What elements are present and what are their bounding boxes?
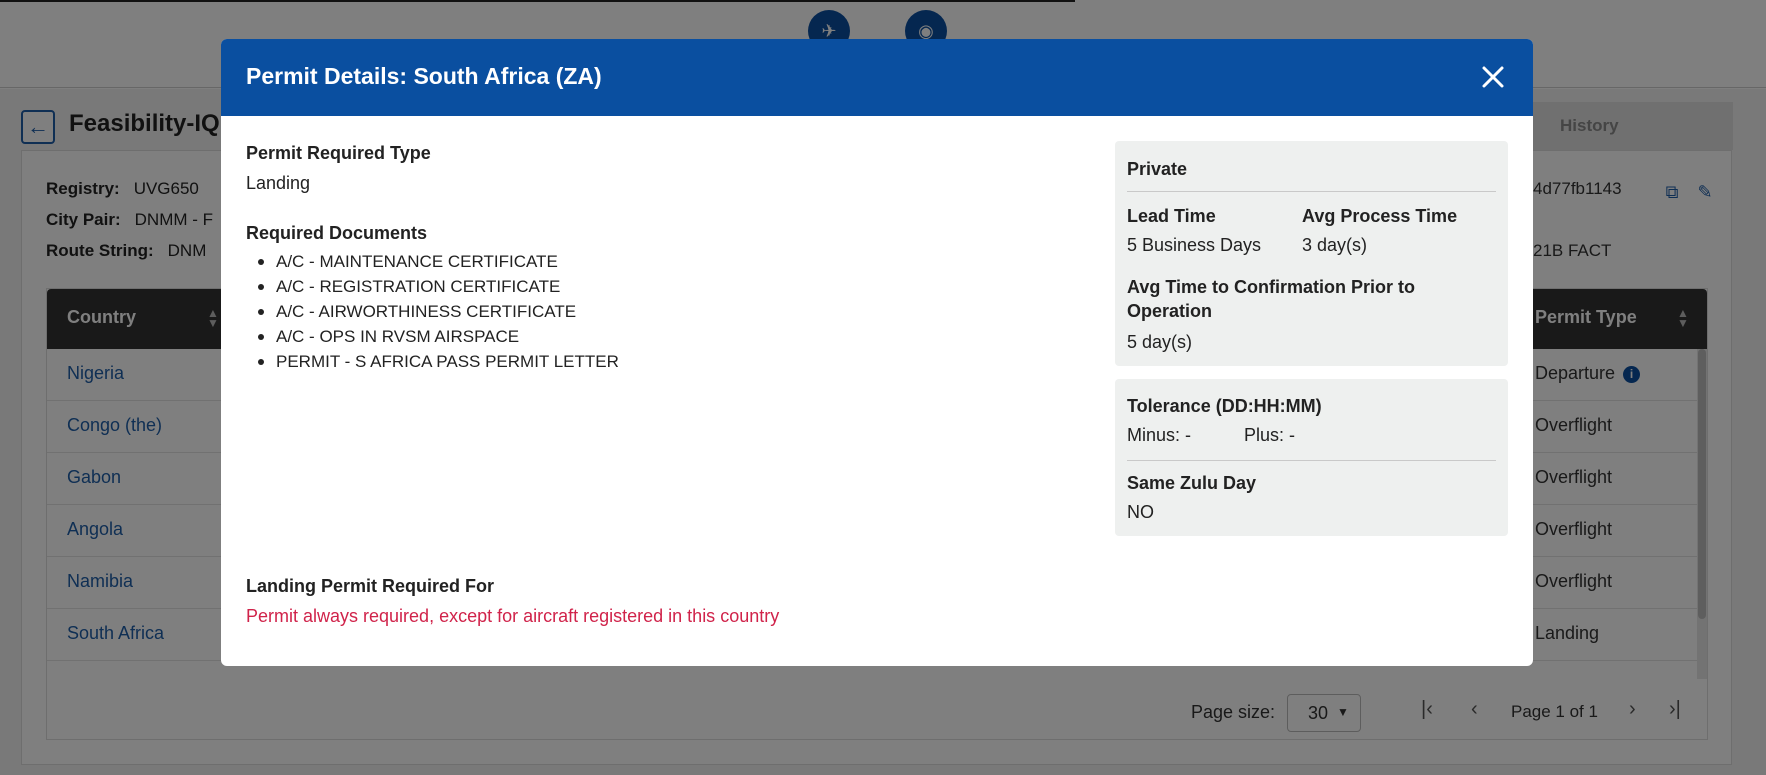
category-label: Private <box>1127 159 1188 179</box>
same-zulu-day-value: NO <box>1127 502 1154 522</box>
avg-confirmation-label: Avg Time to Confirmation Prior to Operat… <box>1127 277 1415 322</box>
permit-details-dialog: Permit Details: South Africa (ZA) Permit… <box>221 39 1533 666</box>
list-item: A/C - AIRWORTHINESS CERTIFICATE <box>246 299 619 324</box>
dialog-header: Permit Details: South Africa (ZA) <box>221 39 1533 116</box>
tolerance-label: Tolerance (DD:HH:MM) <box>1127 396 1322 416</box>
required-documents-list: A/C - MAINTENANCE CERTIFICATE A/C - REGI… <box>246 249 619 374</box>
permit-required-type-label: Permit Required Type <box>246 143 431 163</box>
list-item: A/C - OPS IN RVSM AIRSPACE <box>246 324 619 349</box>
landing-required-label: Landing Permit Required For <box>246 576 495 596</box>
avg-confirmation-label-line1: Avg Time to Confirmation Prior to <box>1127 277 1416 297</box>
avg-process-time-value: 3 day(s) <box>1302 235 1368 255</box>
tolerance-panel: Tolerance (DD:HH:MM) Minus: - Plus: - Sa… <box>1115 379 1508 536</box>
tolerance-minus: Minus: - <box>1127 425 1192 445</box>
landing-required-note: Permit always required, except for aircr… <box>246 606 780 626</box>
list-item: A/C - REGISTRATION CERTIFICATE <box>246 274 619 299</box>
list-item: PERMIT - S AFRICA PASS PERMIT LETTER <box>246 349 619 374</box>
avg-confirmation-label-line2: Operation <box>1127 301 1213 321</box>
lead-time-label: Lead Time <box>1127 206 1216 226</box>
panel-divider <box>1127 460 1496 461</box>
tolerance-plus: Plus: - <box>1244 425 1296 445</box>
panel-divider <box>1127 191 1496 192</box>
lead-time-value: 5 Business Days <box>1127 235 1262 255</box>
same-zulu-day-label: Same Zulu Day <box>1127 473 1257 493</box>
dialog-title: Permit Details: South Africa (ZA) <box>246 63 602 89</box>
private-panel: Private Lead Time 5 Business Days Avg Pr… <box>1115 141 1508 366</box>
avg-process-time-label: Avg Process Time <box>1302 206 1458 226</box>
list-item: A/C - MAINTENANCE CERTIFICATE <box>246 249 619 274</box>
permit-required-type-value: Landing <box>246 173 311 193</box>
required-documents-label: Required Documents <box>246 223 428 243</box>
avg-confirmation-value: 5 day(s) <box>1127 332 1193 352</box>
close-button[interactable] <box>1473 57 1513 97</box>
close-icon <box>1482 66 1504 88</box>
